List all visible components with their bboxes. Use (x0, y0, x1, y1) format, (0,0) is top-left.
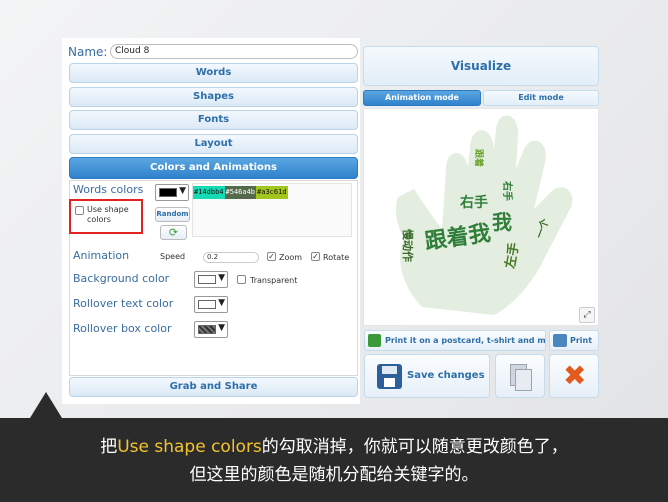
dropdown-arrow-icon: ▼ (218, 323, 225, 333)
cloud-word[interactable]: 我 (492, 210, 512, 234)
tab-edit-mode[interactable]: Edit mode (483, 90, 599, 106)
color-swatch (198, 275, 216, 284)
hex-color-list: #14dbb4 #546a4b #a3c61d (193, 186, 288, 199)
save-changes-label: Save changes (407, 370, 485, 381)
color-swatch (159, 188, 177, 197)
caption-text: 把 (100, 437, 118, 457)
cloud-word[interactable]: 右手 (501, 180, 514, 201)
transparent-checkbox[interactable] (237, 275, 246, 284)
zoom-label: Zoom (279, 253, 303, 262)
color-swatch (198, 325, 216, 334)
speed-input[interactable]: 0.2 (203, 252, 259, 263)
close-icon: ✖ (563, 359, 587, 392)
caption-bar: 把Use shape colors的勾取消掉，你就可以随意更改颜色了， 但这里的… (0, 418, 668, 502)
print-postcard-label: Print it on a postcard, t-shirt and more (385, 336, 546, 345)
background-color-picker[interactable]: ▼ (194, 271, 228, 288)
shapes-section-button[interactable]: Shapes (69, 87, 358, 107)
tab-animation-mode[interactable]: Animation mode (363, 90, 481, 106)
use-shape-colors-label: Use shape (87, 205, 129, 214)
words-colors-label: Words colors (73, 183, 144, 196)
name-input[interactable]: Cloud 8 (110, 44, 358, 59)
hex-color-item[interactable]: #a3c61d (256, 186, 288, 199)
animation-label: Animation (73, 249, 130, 262)
caption-highlight: Use shape colors (117, 437, 262, 457)
word-cloud-canvas[interactable]: 跟着我 右手 左手我右手 慢动作 跟着 一个 (363, 108, 599, 326)
save-changes-button[interactable]: Save changes (364, 354, 490, 398)
colors-section-button[interactable]: Colors and Animations (69, 157, 358, 179)
print-button[interactable]: Print (549, 330, 599, 351)
dropdown-arrow-icon: ▼ (218, 273, 225, 283)
dropdown-arrow-icon: ▼ (218, 298, 225, 308)
postcard-icon (368, 334, 381, 347)
use-shape-colors-label-2: colors (87, 215, 111, 224)
duplicate-button[interactable] (495, 354, 545, 398)
name-row: Name: Cloud 8 (68, 44, 358, 60)
caption-text: 的勾取消掉，你就可以随意更改颜色了， (261, 437, 568, 457)
floppy-disk-icon (377, 364, 402, 389)
caption-line-1: 把Use shape colors的勾取消掉，你就可以随意更改颜色了， (0, 432, 668, 457)
rollover-text-color-picker[interactable]: ▼ (194, 296, 228, 313)
rotate-checkbox[interactable]: ✓ (311, 252, 320, 261)
caption-line-2: 但这里的颜色是随机分配给关键字的。 (189, 465, 479, 485)
refresh-icon[interactable]: ⟳ (160, 225, 187, 240)
cloud-word[interactable]: 慢动作 (401, 229, 415, 262)
color-swatch (198, 300, 216, 309)
dropdown-arrow-icon: ▼ (179, 186, 186, 196)
delete-button[interactable]: ✖ (549, 354, 599, 398)
background-color-label: Background color (73, 272, 170, 285)
hex-color-item[interactable]: #14dbb4 (193, 186, 225, 199)
words-section-button[interactable]: Words (69, 63, 358, 83)
speed-label: Speed (160, 252, 186, 261)
zoom-checkbox[interactable]: ✓ (267, 252, 276, 261)
use-shape-colors-checkbox[interactable] (75, 206, 84, 215)
rollover-text-color-label: Rollover text color (73, 297, 174, 310)
fonts-section-button[interactable]: Fonts (69, 110, 358, 130)
cloud-word[interactable]: 跟着 (473, 149, 485, 167)
transparent-label: Transparent (250, 276, 298, 285)
print-postcard-button[interactable]: Print it on a postcard, t-shirt and more (364, 330, 546, 351)
cloud-word[interactable]: 右手 (459, 194, 488, 211)
hex-color-item[interactable]: #546a4b (224, 186, 257, 199)
grab-and-share-button[interactable]: Grab and Share (69, 377, 358, 397)
rollover-box-color-picker[interactable]: ▼ (194, 321, 228, 338)
caption-pointer (30, 392, 62, 418)
words-color-picker[interactable]: ▼ (155, 184, 189, 201)
printer-icon (553, 334, 567, 347)
layout-section-button[interactable]: Layout (69, 134, 358, 154)
hand-shape-cloud: 跟着我右手左手我右手慢动作跟着一个 (396, 115, 573, 316)
fullscreen-icon[interactable]: ⤢ (579, 307, 595, 323)
rollover-box-color-label: Rollover box color (73, 322, 172, 335)
random-button[interactable]: Random (155, 207, 190, 222)
print-label: Print (570, 336, 593, 345)
rotate-label: Rotate (323, 253, 350, 262)
visualize-button[interactable]: Visualize (363, 46, 599, 86)
name-label: Name: (68, 45, 108, 59)
